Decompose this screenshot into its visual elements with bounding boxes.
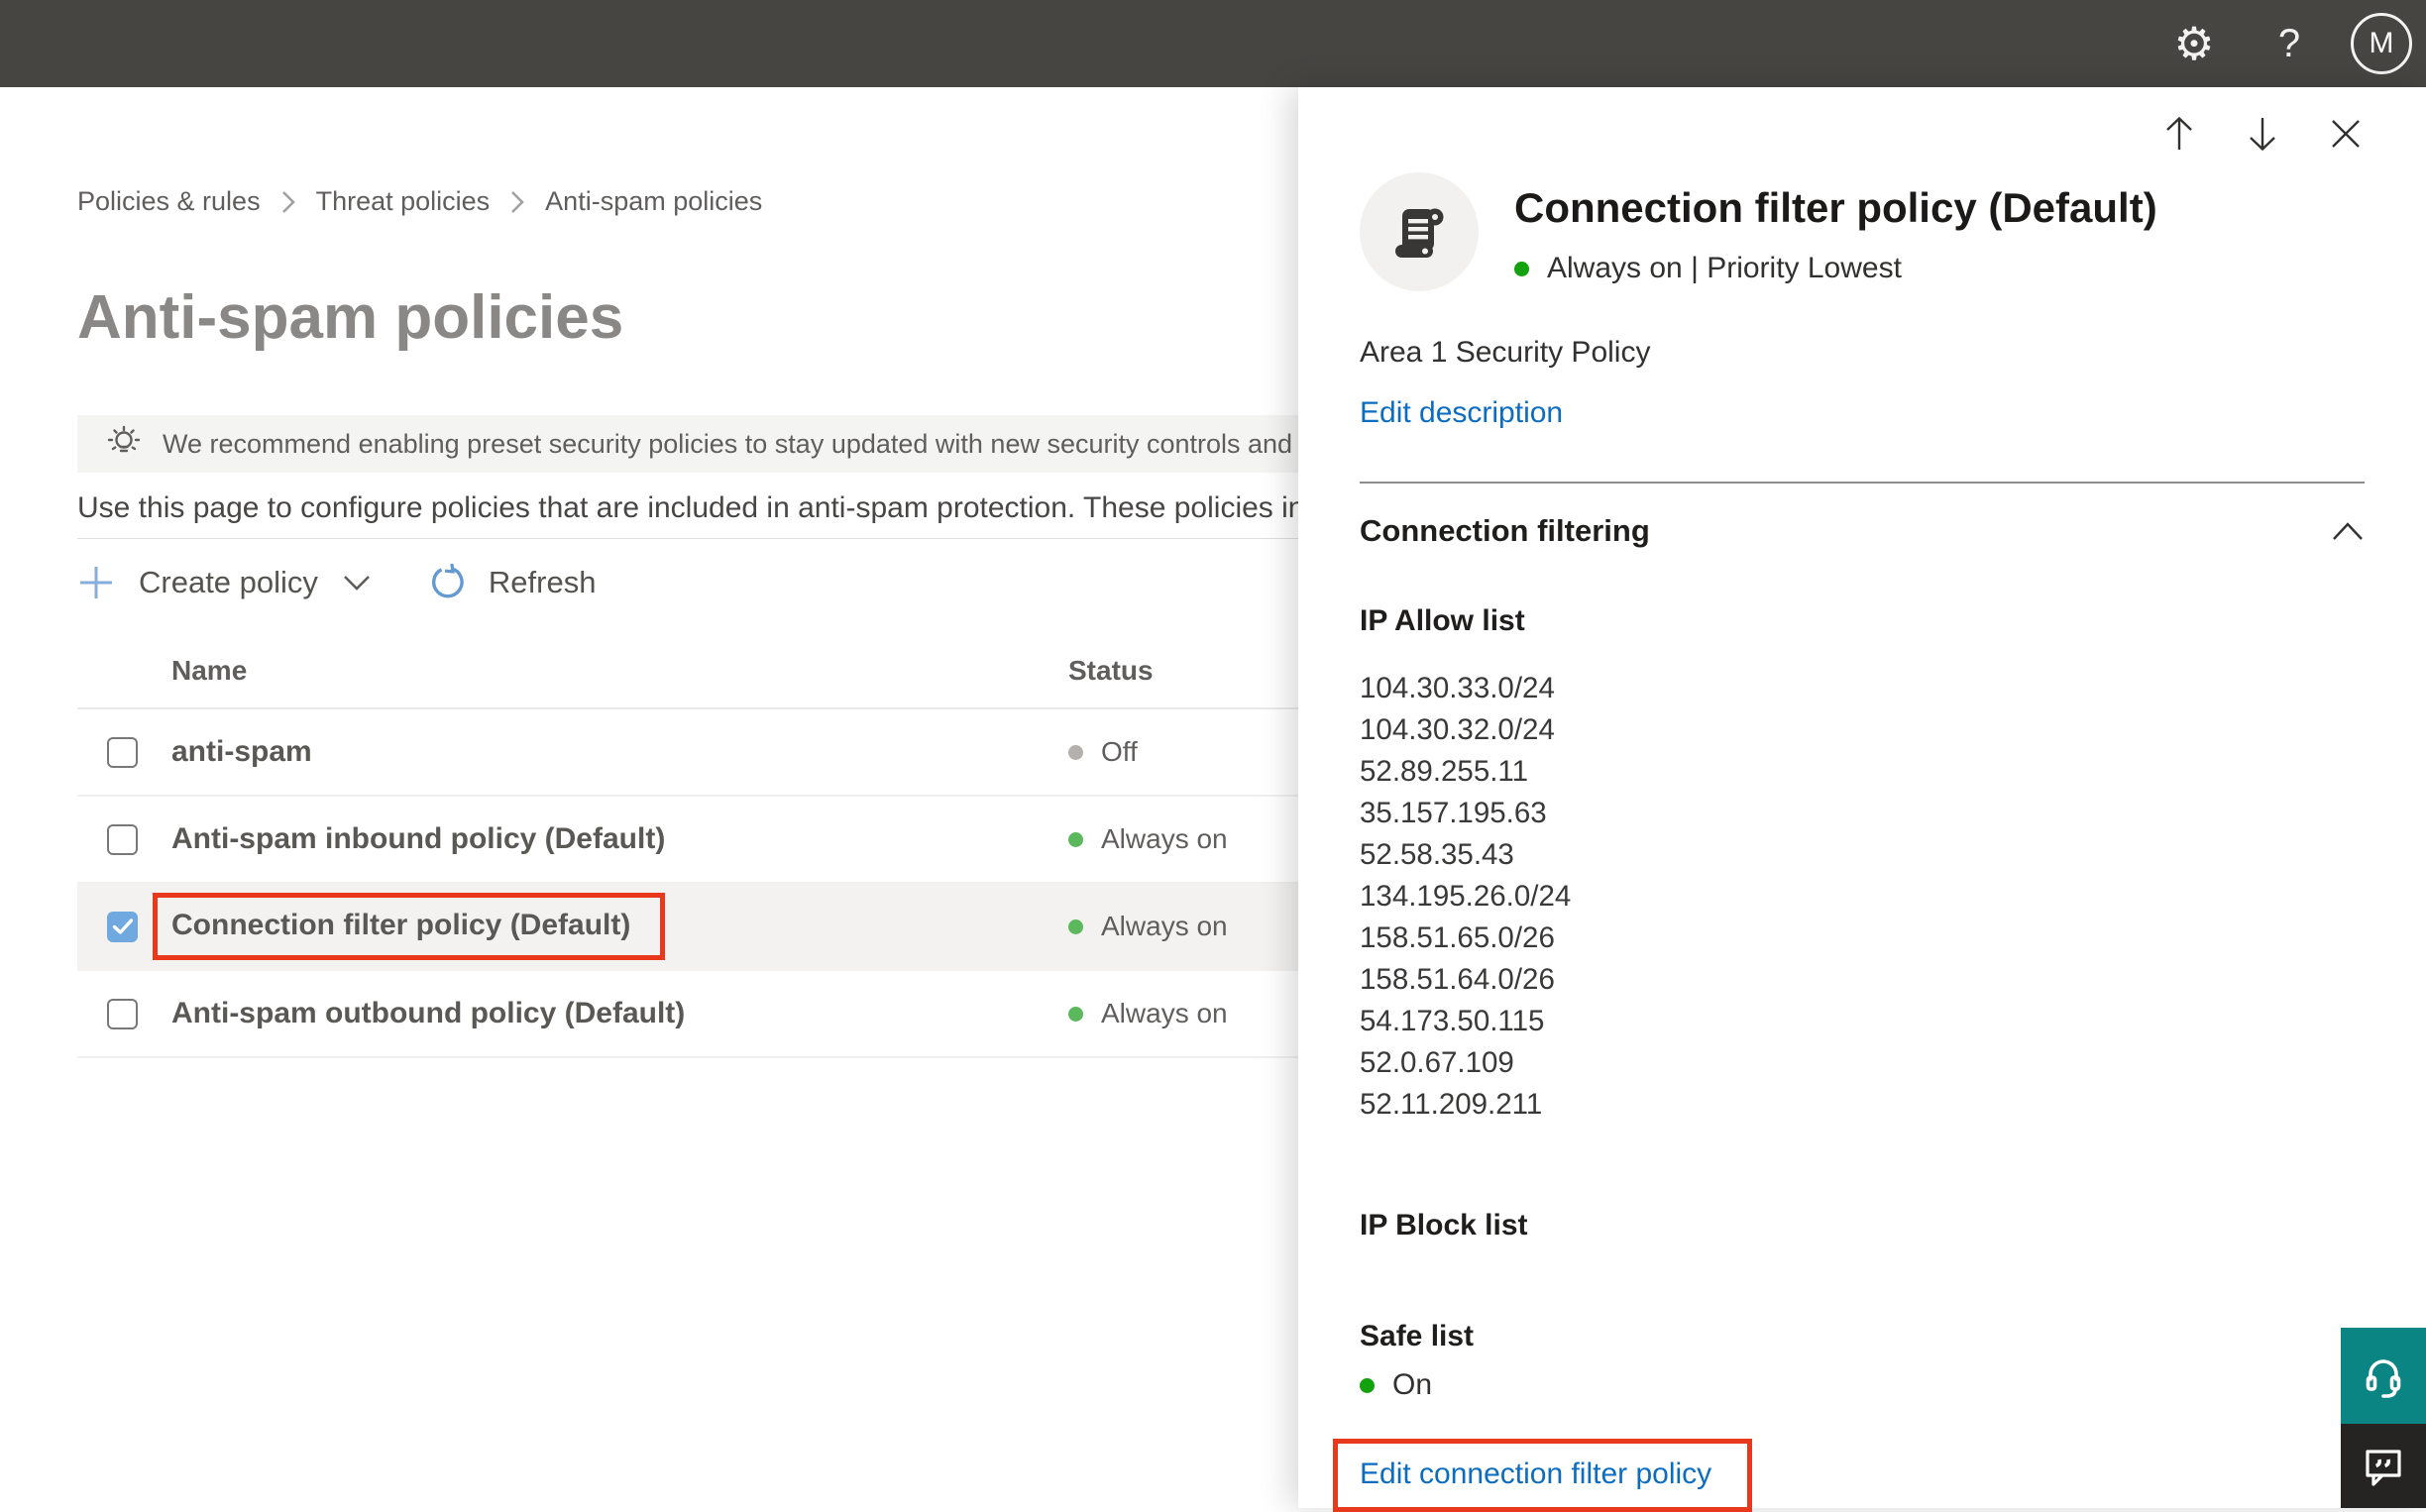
chevron-up-icon[interactable] [2331,520,2365,542]
connection-filtering-section-header: Connection filtering [1360,513,2365,549]
breadcrumb-threat-policies[interactable]: Threat policies [316,186,491,217]
panel-header: Connection filter policy (Default) Alway… [1360,172,2365,291]
policy-name[interactable]: Connection filter policy (Default) [171,909,630,941]
lightbulb-icon [105,425,143,463]
status-dot-on [1068,1006,1083,1022]
banner-text: We recommend enabling preset security po… [163,428,1458,459]
safe-list-status: On [1360,1367,2365,1403]
account-avatar[interactable]: M [2351,13,2412,74]
status-dot-on [1068,918,1083,934]
safe-list-value: On [1392,1368,1433,1401]
panel-status-text: Always on | Priority Lowest [1547,252,1902,284]
create-policy-button[interactable]: Create policy [77,564,372,601]
policy-name[interactable]: anti-spam [171,735,312,768]
panel-header-text: Connection filter policy (Default) Alway… [1514,172,2157,291]
headset-icon [2360,1352,2407,1400]
next-item-arrow-down-icon[interactable] [2244,115,2281,153]
ip-entry: 52.58.35.43 [1360,838,1514,871]
status-text: Off [1101,736,1138,767]
ip-entry: 52.11.209.211 [1360,1088,1543,1121]
panel-nav [1360,115,2365,153]
policy-name[interactable]: Anti-spam outbound policy (Default) [171,997,685,1029]
ip-entry: 134.195.26.0/24 [1360,880,1572,913]
panel-description: Area 1 Security Policy [1360,336,1651,369]
ip-entry: 52.89.255.11 [1360,755,1529,788]
plus-icon [77,564,115,601]
status-text: Always on [1101,823,1228,854]
row-checkbox[interactable] [107,823,138,855]
status-text: Always on [1101,911,1228,941]
row-checkbox[interactable] [107,998,138,1029]
refresh-button[interactable]: Refresh [427,563,597,602]
column-header-name[interactable]: Name [171,655,1068,687]
annotation-red-box: Edit connection filter policy [1333,1439,1753,1512]
breadcrumb-policies-rules[interactable]: Policies & rules [77,186,261,217]
row-checkbox-checked[interactable] [107,911,138,942]
edit-description-link[interactable]: Edit description [1360,396,1563,430]
refresh-icon [427,563,467,602]
status-dot-on [1068,831,1083,847]
topbar: ⚙ ? M [0,0,2426,87]
policy-name[interactable]: Anti-spam inbound policy (Default) [171,822,665,855]
panel-status-line: Always on | Priority Lowest [1514,252,2157,285]
previous-item-arrow-up-icon[interactable] [2160,115,2198,153]
annotation-red-box: Connection filter policy (Default) [153,893,666,960]
ip-entry: 158.51.64.0/26 [1360,963,1555,996]
panel-title: Connection filter policy (Default) [1514,184,2157,231]
edit-connection-filter-policy-link[interactable]: Edit connection filter policy [1360,1458,1711,1491]
ip-entry: 104.30.33.0/24 [1360,672,1555,704]
support-button[interactable] [2341,1328,2426,1424]
status-dot-on [1360,1377,1375,1393]
settings-gear-icon[interactable]: ⚙ [2166,16,2222,71]
avatar-initial: M [2369,27,2394,59]
close-panel-icon[interactable] [2327,115,2365,153]
row-checkbox[interactable] [107,736,138,768]
help-icon[interactable]: ? [2261,16,2317,71]
create-policy-label: Create policy [139,565,318,599]
ip-entry: 35.157.195.63 [1360,797,1547,829]
ip-allow-list: 104.30.33.0/24 104.30.32.0/24 52.89.255.… [1360,668,2365,1126]
safe-list-title: Safe list [1360,1320,1475,1352]
ip-entry: 158.51.65.0/26 [1360,921,1555,954]
feedback-speech-bubble-icon [2361,1444,2406,1489]
ip-block-list-title: IP Block list [1360,1209,1528,1242]
chevron-down-icon [342,573,372,593]
breadcrumb-chevron-icon [509,189,525,215]
feedback-button[interactable] [2341,1424,2426,1508]
ip-entry: 104.30.32.0/24 [1360,713,1555,746]
ip-entry: 54.173.50.115 [1360,1005,1545,1037]
ip-entry: 52.0.67.109 [1360,1046,1514,1079]
status-dot-on [1514,261,1529,276]
status-dot-off [1068,744,1083,760]
breadcrumb-anti-spam-policies: Anti-spam policies [545,186,763,216]
section-title: Connection filtering [1360,513,1650,548]
status-text: Always on [1101,998,1228,1028]
policy-scroll-icon [1360,172,1479,291]
policy-details-panel: Connection filter policy (Default) Alway… [1298,87,2426,1512]
panel-divider [1360,482,2365,484]
refresh-label: Refresh [488,565,597,599]
breadcrumb-chevron-icon [280,189,296,215]
ip-allow-list-title: IP Allow list [1360,604,1525,637]
